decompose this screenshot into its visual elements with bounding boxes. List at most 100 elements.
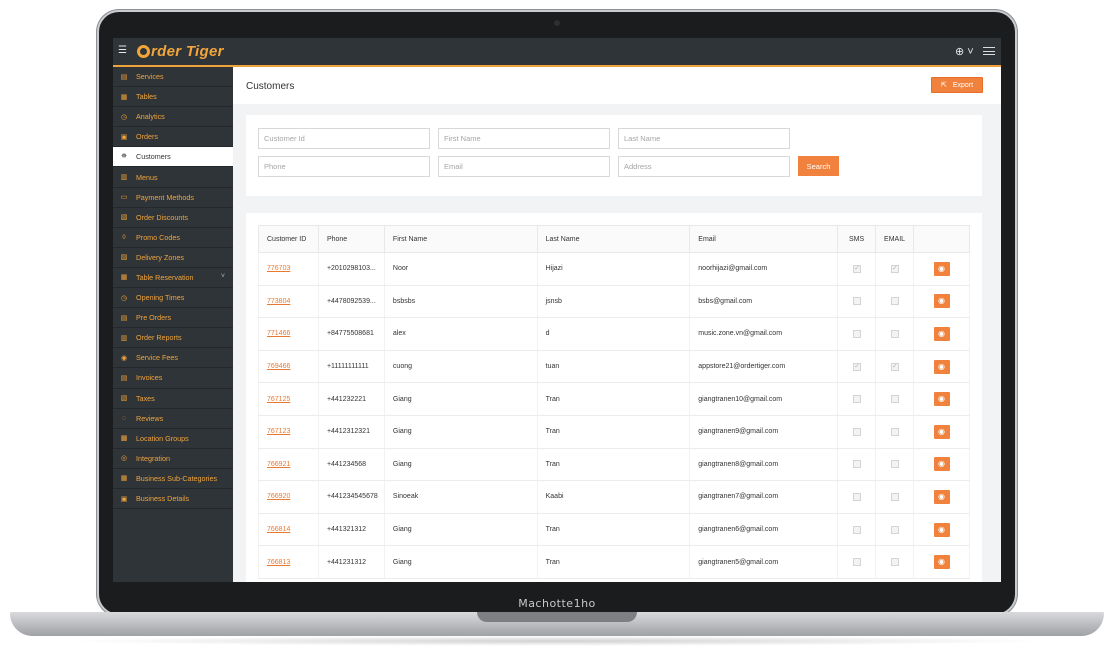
sidebar-item-opening-times[interactable]: ◷ Opening Times: [113, 288, 233, 309]
device-brand-label: Machotte1ho: [518, 597, 596, 610]
email-checkbox[interactable]: [890, 525, 899, 534]
sidebar-item-label: Integration: [136, 453, 170, 463]
sms-checkbox[interactable]: [852, 460, 861, 469]
email-checkbox[interactable]: [890, 362, 899, 371]
sidebar-item-integration[interactable]: ◎ Integration: [113, 449, 233, 469]
customer-id-input[interactable]: [258, 128, 430, 149]
cell-phone: +11111111111: [326, 363, 369, 371]
column-header: [913, 225, 970, 253]
sidebar-item-services[interactable]: ▤ Services: [113, 67, 233, 88]
view-customer-button[interactable]: ◉: [933, 326, 950, 341]
sidebar-item-table-reservation[interactable]: ▦ Table Reservation ˅: [113, 268, 233, 289]
sidebar-item-customers[interactable]: ⛯ Customers: [113, 147, 233, 168]
email-checkbox[interactable]: [890, 558, 899, 567]
eye-icon: ◉: [938, 328, 945, 338]
table-row: 767123 +4412312321 Giang Tran giangtranen9@g…: [258, 415, 970, 449]
app-logo[interactable]: rder Tiger: [137, 43, 224, 60]
email-checkbox[interactable]: [890, 297, 899, 306]
email-checkbox[interactable]: [890, 264, 899, 273]
cell-first: Giang: [392, 428, 412, 436]
sidebar-item-delivery-zones[interactable]: ▨ Delivery Zones: [113, 248, 233, 268]
email-checkbox[interactable]: [890, 427, 899, 436]
sidebar-item-business-details[interactable]: ▣ Business Details: [113, 489, 233, 510]
phone-input[interactable]: [258, 156, 430, 177]
view-customer-button[interactable]: ◉: [933, 424, 950, 439]
export-label: Export: [952, 81, 974, 89]
customer-id-link[interactable]: 776703: [267, 265, 290, 272]
customer-id-link[interactable]: 766813: [267, 559, 290, 566]
customer-id-link[interactable]: 767125: [267, 396, 290, 403]
eye-icon: ◉: [938, 557, 945, 567]
address-input[interactable]: [618, 156, 790, 177]
view-customer-button[interactable]: ◉: [933, 294, 950, 309]
menu-toggle-icon[interactable]: ☰: [118, 46, 128, 56]
email-checkbox[interactable]: [890, 395, 899, 404]
sms-checkbox[interactable]: [852, 558, 861, 567]
sms-checkbox[interactable]: [852, 362, 861, 371]
customer-id-link[interactable]: 769466: [267, 363, 290, 370]
cell-last: Tran: [545, 558, 560, 566]
customer-id-link[interactable]: 766814: [267, 526, 290, 533]
search-button[interactable]: Search: [798, 156, 839, 176]
email-checkbox[interactable]: [890, 460, 899, 469]
sidebar-item-payment-methods[interactable]: ▭ Payment Methods: [113, 188, 233, 208]
sidebar-item-pre-orders[interactable]: ▤ Pre Orders: [113, 308, 233, 329]
view-customer-button[interactable]: ◉: [933, 359, 950, 374]
customer-id-link[interactable]: 771466: [267, 330, 290, 337]
sidebar-item-promo-codes[interactable]: ◊ Promo Codes: [113, 228, 233, 248]
sidebar-item-label: Table Reservation: [136, 272, 194, 282]
sms-checkbox[interactable]: [852, 492, 861, 501]
sidebar-item-order-reports[interactable]: ▥ Order Reports: [113, 328, 233, 349]
view-customer-button[interactable]: ◉: [933, 457, 950, 472]
sidebar-item-label: Taxes: [136, 393, 155, 403]
globe-icon[interactable]: ⊕ ˅: [955, 45, 974, 58]
column-header: Customer ID: [258, 225, 319, 253]
sms-checkbox[interactable]: [852, 525, 861, 534]
customer-id-link[interactable]: 767123: [267, 428, 290, 435]
email-checkbox[interactable]: [890, 492, 899, 501]
sms-checkbox[interactable]: [852, 329, 861, 338]
view-customer-button[interactable]: ◉: [933, 261, 950, 276]
ticket-icon: ◊: [122, 233, 126, 241]
sidebar-item-business-sub-categories[interactable]: ▦ Business Sub-Categories: [113, 469, 233, 489]
filter-card: Search: [246, 115, 982, 196]
export-icon: ⇱: [940, 82, 947, 89]
sidebar-item-menus[interactable]: ▥ Menus: [113, 167, 233, 188]
sidebar-item-tables[interactable]: ▦ Tables: [113, 87, 233, 108]
sms-checkbox[interactable]: [852, 297, 861, 306]
view-customer-button[interactable]: ◉: [933, 522, 950, 537]
last-name-input[interactable]: [618, 128, 790, 149]
email-checkbox[interactable]: [890, 329, 899, 338]
export-button[interactable]: ⇱ Export: [931, 77, 983, 93]
sidebar-item-invoices[interactable]: ▤ Invoices: [113, 368, 233, 389]
sidebar-item-orders[interactable]: ▣ Orders: [113, 127, 233, 148]
cell-email: giangtranen7@gmail.com: [698, 493, 779, 501]
cell-first: Noor: [392, 265, 409, 273]
list-icon: ▤: [120, 73, 128, 81]
customer-id-link[interactable]: 773804: [267, 298, 290, 305]
first-name-input[interactable]: [438, 128, 610, 149]
sidebar-item-order-discounts[interactable]: ▧ Order Discounts: [113, 208, 233, 228]
view-customer-button[interactable]: ◉: [933, 555, 950, 570]
customer-id-link[interactable]: 766921: [267, 461, 290, 468]
cell-first: Giang: [392, 460, 412, 468]
sidebar-item-location-groups[interactable]: ▩ Location Groups: [113, 429, 233, 449]
sidebar-item-taxes[interactable]: ▧ Taxes: [113, 389, 233, 409]
cell-first: cuong: [392, 363, 412, 371]
email-input[interactable]: [438, 156, 610, 177]
table-row: 771466 +84775508681 alex d music.zone.vn@gma…: [258, 317, 970, 351]
customer-id-link[interactable]: 766920: [267, 493, 290, 500]
sms-checkbox[interactable]: [852, 427, 861, 436]
hamburger-icon[interactable]: [983, 47, 995, 55]
chevron-down-icon[interactable]: ˅: [221, 273, 225, 280]
sms-checkbox[interactable]: [852, 395, 861, 404]
cell-email: giangtranen9@gmail.com: [698, 428, 779, 436]
sidebar-item-label: Business Details: [136, 494, 190, 504]
sidebar-item-reviews[interactable]: ◌ Reviews: [113, 409, 233, 429]
view-customer-button[interactable]: ◉: [933, 392, 950, 407]
plug-icon: ◎: [120, 455, 128, 463]
sms-checkbox[interactable]: [852, 264, 861, 273]
sidebar-item-service-fees[interactable]: ◉ Service Fees: [113, 348, 233, 369]
view-customer-button[interactable]: ◉: [933, 489, 950, 504]
sidebar-item-analytics[interactable]: ◷ Analytics: [113, 107, 233, 128]
